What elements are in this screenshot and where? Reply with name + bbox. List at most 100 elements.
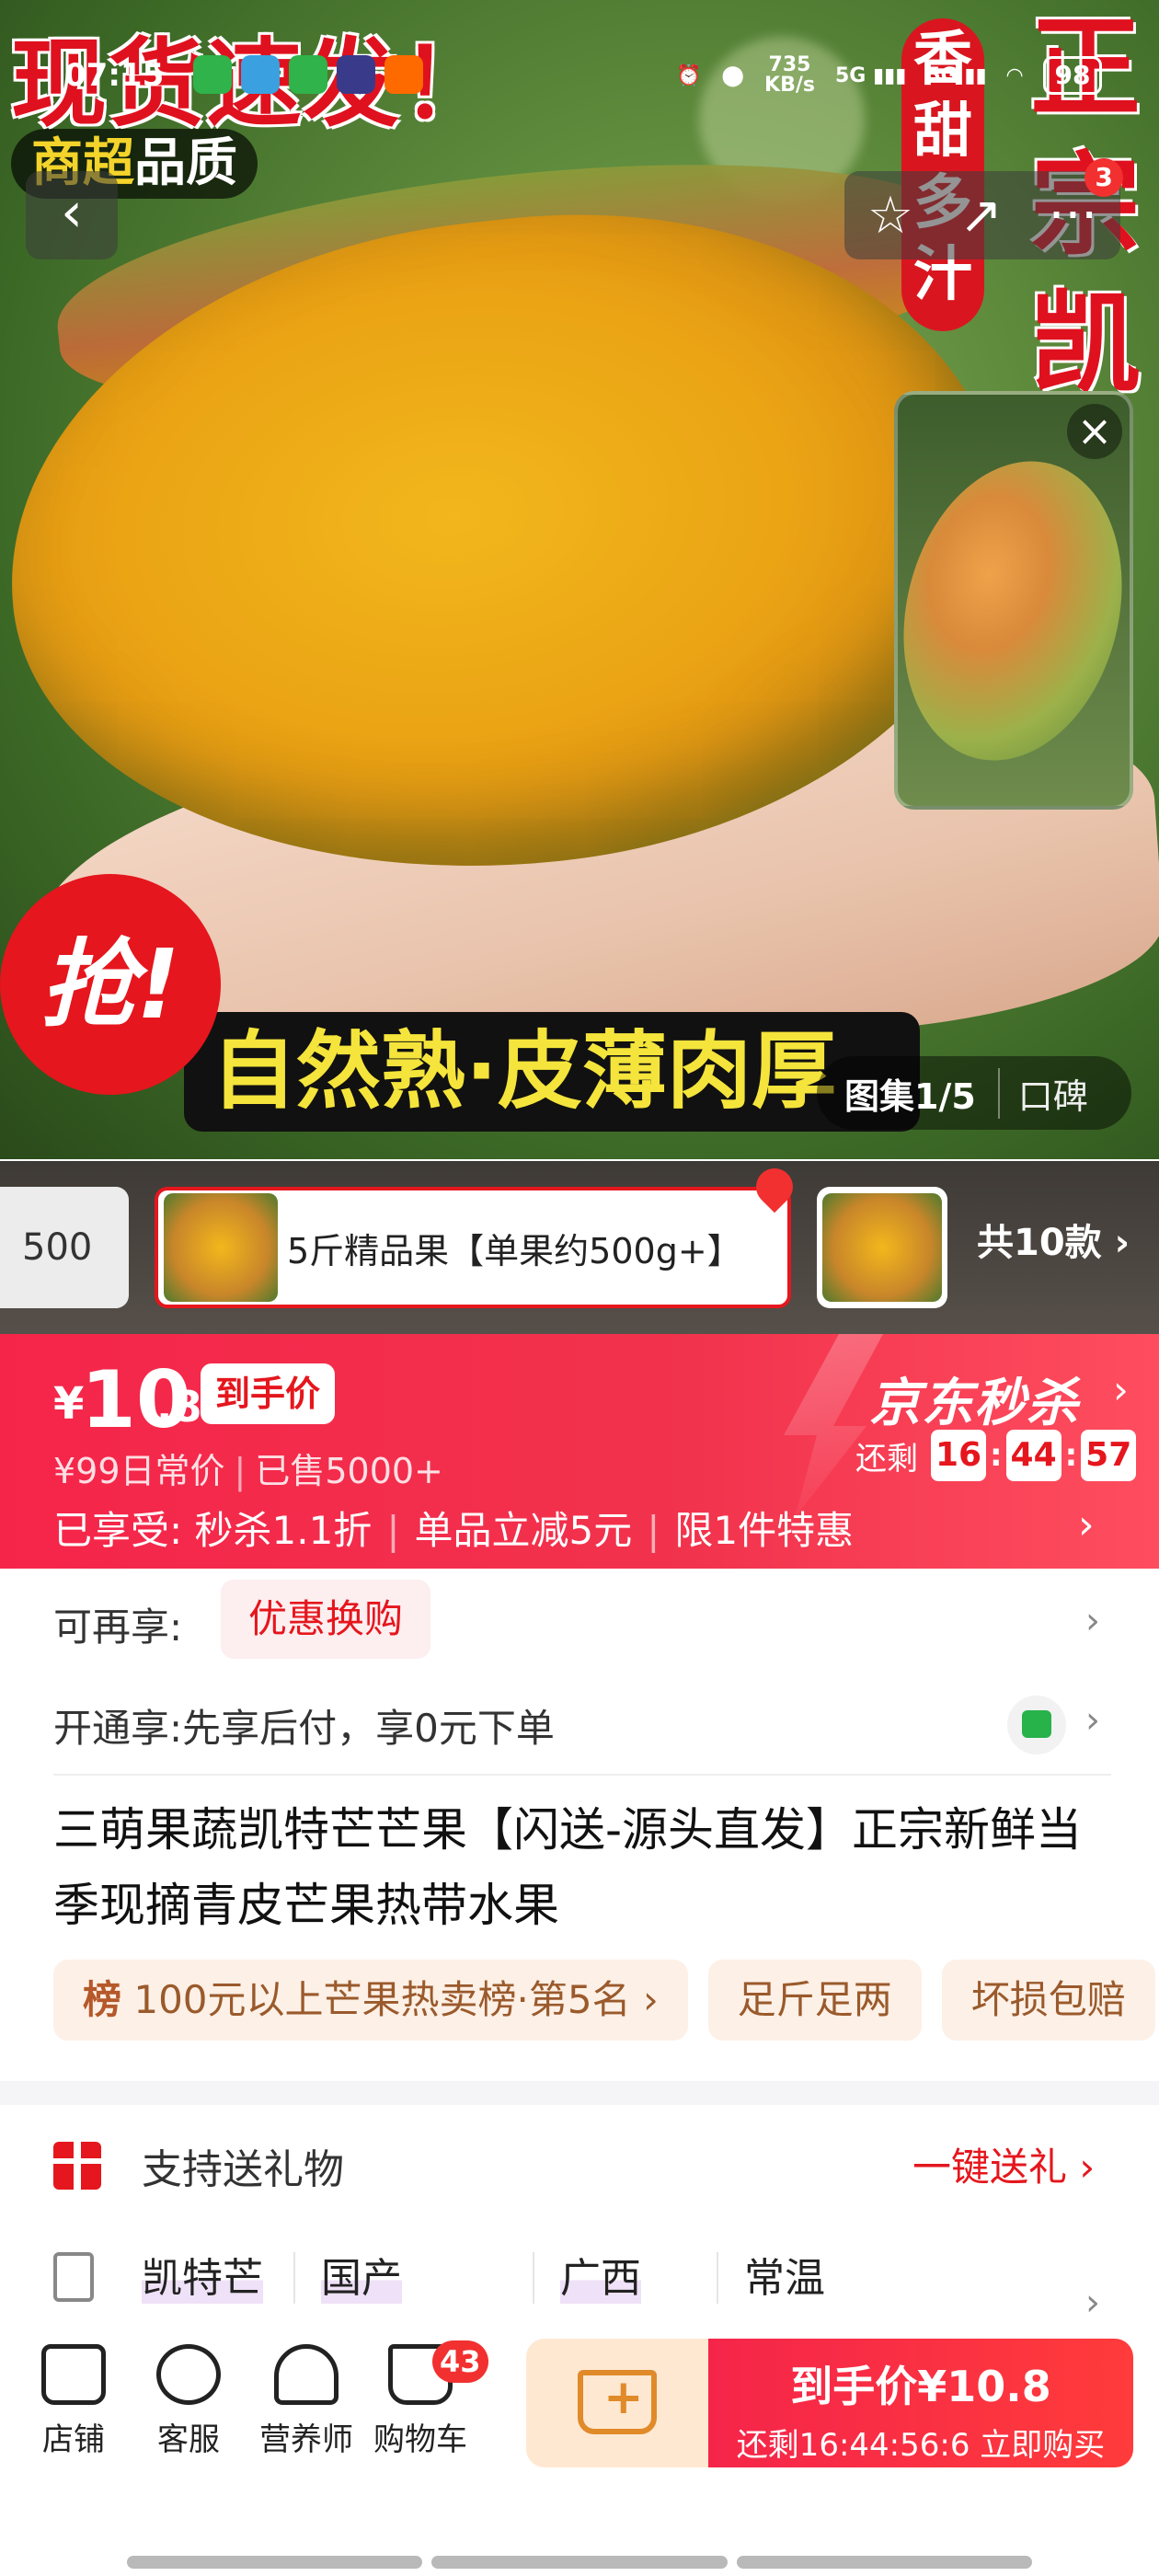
document-icon [53, 2252, 94, 2302]
cart-count-badge: 43 [432, 2340, 488, 2383]
separator [533, 2252, 534, 2304]
damage-guarantee-chip[interactable]: 坏损包赔 [941, 1960, 1155, 2041]
pay-later-row[interactable]: 开通享:先享后付，享0元下单 › [0, 1679, 1159, 1771]
separator: | [386, 1508, 400, 1553]
separator: | [234, 1451, 247, 1491]
more-badge: 3 [1084, 157, 1124, 197]
gallery-tab[interactable]: 图集1/5 [817, 1068, 998, 1119]
sim1-label: 5G [834, 63, 866, 87]
final-price-tag: 到手价 [201, 1363, 336, 1424]
buy-now-price: 到手价¥10.8 [790, 2362, 1051, 2411]
tab-nutritionist[interactable]: 营养师 [256, 2344, 357, 2459]
gallery-switcher: 图集1/5 口碑 [817, 1056, 1131, 1130]
variant-option[interactable]: 500 [0, 1187, 129, 1308]
reviews-tab[interactable]: 口碑 [997, 1067, 1107, 1119]
tab-shop[interactable]: 店铺 [23, 2344, 124, 2459]
add-to-cart-button[interactable] [526, 2339, 710, 2467]
chevron-right-icon[interactable]: › [1078, 1501, 1095, 1548]
nav-segment [431, 2556, 728, 2569]
exchange-offer-row[interactable]: 可再享: 优惠换购 › [0, 1569, 1159, 1679]
benefits-prefix: 已享受: [53, 1508, 183, 1553]
full-weight-chip[interactable]: 足斤足两 [707, 1960, 922, 2041]
nav-segment [736, 2556, 1032, 2569]
signal-icon-sim1: 5G ▮▮▮ [834, 63, 907, 87]
benefit-item: 限1件特惠 [674, 1508, 855, 1553]
more-menu-button[interactable]: ··· 3 [1049, 157, 1124, 246]
gift-icon [53, 2142, 101, 2190]
tab-label: 店铺 [42, 2421, 105, 2458]
benefits-line[interactable]: 已享受: 秒杀1.1折 | 单品立减5元 | 限1件特惠 [53, 1500, 854, 1556]
chevron-right-icon[interactable]: › [1113, 1367, 1129, 1412]
nav-segment [127, 2556, 423, 2569]
hero-grab-badge: 抢! [0, 874, 221, 1095]
attribute-variety: 凯特芒 [142, 2245, 263, 2304]
daily-price: ¥99日常价 [53, 1451, 225, 1491]
exchange-offer-pill[interactable]: 优惠换购 [221, 1580, 431, 1659]
top-action-group: ☆ ↗ ··· 3 [844, 157, 1124, 259]
taobao-icon [384, 55, 423, 94]
separator: | [647, 1508, 660, 1553]
net-speed: 735 KB/s [764, 55, 815, 96]
section-gap [0, 2081, 1159, 2105]
chip-text: 100元以上芒果热卖榜·第5名 › [121, 1977, 659, 2022]
benefit-item: 单品立减5元 [414, 1508, 633, 1553]
countdown-label: 还剩 [855, 1440, 918, 1478]
gesture-navigation-bar[interactable] [127, 2556, 1032, 2570]
hero-promo-banner: 自然熟·皮薄肉厚 [184, 1012, 920, 1132]
attribute-list[interactable]: 凯特芒 国产 广西 常温 [142, 2245, 1061, 2309]
product-detail-page: 现货速发！ 商超品质 香 甜 多 汁 正 宗 凯 自然熟·皮薄肉厚 抢! 07:… [0, 0, 1159, 2576]
net-speed-unit: KB/s [764, 74, 815, 97]
variant-thumbnail [164, 1193, 278, 1302]
video-mango-thumbnail [898, 438, 1130, 784]
attribute-province: 广西 [560, 2245, 641, 2304]
close-video-button[interactable]: × [1067, 404, 1122, 459]
customer-service-icon [156, 2344, 221, 2405]
countdown-seconds: 57 [1081, 1430, 1137, 1481]
variant-count-link[interactable]: 共10款 › [977, 1213, 1130, 1266]
countdown-minutes: 44 [1005, 1430, 1061, 1481]
price-banner: ¥ 10 .8 到手价 ¥99日常价 | 已售5000+ 已享受: 秒杀1.1折 | 单… [0, 1334, 1159, 1569]
lightning-decoration [784, 1334, 883, 1518]
buy-now-button[interactable]: 到手价¥10.8 还剩16:44:56:6 立即购买 [708, 2339, 1133, 2467]
product-title: 三萌果蔬凯特芒芒果【闪送-源头直发】正宗新鲜当季现摘青皮芒果热带水果 [53, 1803, 1083, 1932]
price-currency: ¥ [53, 1378, 85, 1430]
video-app-icon [337, 55, 375, 94]
favorite-star-icon[interactable]: ☆ [867, 186, 913, 246]
app-notification-icon [241, 55, 280, 94]
divider [53, 1774, 1111, 1776]
variant-label: 500 [22, 1226, 93, 1269]
chevron-right-icon[interactable]: › [1085, 2282, 1100, 2324]
row-label: 可再享: [53, 1604, 183, 1650]
benefit-item: 秒杀1.1折 [194, 1508, 373, 1553]
share-icon[interactable]: ↗ [959, 186, 1003, 246]
row-label: 开通享:先享后付，享0元下单 [53, 1706, 555, 1751]
sim2-label: 5G [926, 63, 958, 87]
product-highlight-chips: 榜 100元以上芒果热卖榜·第5名 › 足斤足两 坏损包赔 [53, 1960, 1159, 2041]
colon: : [990, 1437, 1003, 1474]
variant-option-selected[interactable]: 5斤精品果【单果约500g+】 [155, 1187, 791, 1308]
alarm-icon: ⏰ [676, 63, 702, 87]
variant-option[interactable] [817, 1187, 947, 1308]
pay-later-icon [1007, 1696, 1066, 1754]
wechat-icon [289, 55, 327, 94]
status-right-group: ⏰ ⬤ 735 KB/s 5G ▮▮▮ 5G ▮▮ ◠ 98 [676, 55, 1103, 96]
send-gift-link[interactable]: 一键送礼 › [912, 2136, 1095, 2192]
floating-video-player[interactable]: × [894, 391, 1133, 810]
ranking-chip[interactable]: 榜 100元以上芒果热卖榜·第5名 › [53, 1960, 688, 2041]
chevron-left-icon: ‹ [61, 180, 83, 245]
variant-thumbnail [822, 1193, 942, 1302]
signal-icon-sim2: 5G ▮▮ [926, 63, 987, 87]
notification-icons [193, 55, 423, 94]
tab-customer-service[interactable]: 客服 [138, 2344, 239, 2459]
countdown-hours: 16 [931, 1430, 986, 1481]
back-button[interactable]: ‹ [26, 171, 118, 259]
attribute-origin: 国产 [321, 2245, 402, 2304]
gift-support-label: 支持送礼物 [142, 2146, 344, 2193]
seckill-logo[interactable]: 京东秒杀 [869, 1362, 1079, 1436]
tab-label: 购物车 [373, 2421, 467, 2458]
colon: : [1064, 1437, 1078, 1474]
sold-count: 已售5000+ [255, 1451, 443, 1491]
rank-icon: 榜 [83, 1977, 122, 2022]
variant-label: 5斤精品果【单果约500g+】 [287, 1230, 742, 1271]
badge-white-text: 品质 [134, 133, 237, 193]
